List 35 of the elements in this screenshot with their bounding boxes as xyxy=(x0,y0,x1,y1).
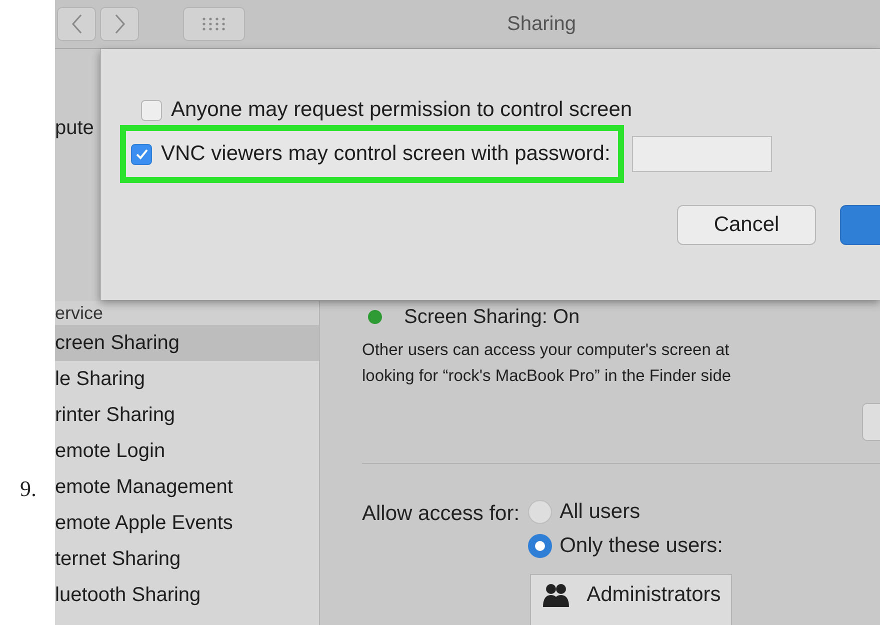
radio-button[interactable] xyxy=(528,500,552,524)
window-title: Sharing xyxy=(507,13,576,36)
show-all-button[interactable] xyxy=(183,7,245,41)
description-text: looking for “rock's MacBook Pro” in the Finder side xyxy=(362,366,732,387)
service-item[interactable]: le Sharing xyxy=(55,361,319,397)
back-button[interactable] xyxy=(57,7,96,41)
service-item[interactable]: creen Sharing xyxy=(55,325,319,361)
service-item[interactable]: luetooth Sharing xyxy=(55,577,319,613)
forward-button[interactable] xyxy=(100,7,139,41)
list-header: ervice xyxy=(55,301,319,325)
radio-label: Only these users: xyxy=(560,534,723,558)
computer-settings-button[interactable] xyxy=(862,403,880,441)
step-number: 9. xyxy=(20,476,36,502)
radio-label: All users xyxy=(560,500,640,524)
service-item[interactable]: emote Apple Events xyxy=(55,505,319,541)
user-name[interactable]: Administrators xyxy=(586,583,721,607)
checkbox[interactable] xyxy=(141,100,162,120)
checkbox[interactable] xyxy=(131,144,152,164)
description-text: Other users can access your computer's screen at xyxy=(362,340,730,361)
chevron-right-icon xyxy=(112,13,126,35)
service-item[interactable]: emote Login xyxy=(55,433,319,469)
group-icon xyxy=(540,583,571,607)
chevron-left-icon xyxy=(70,13,84,35)
radio-button[interactable] xyxy=(528,534,552,558)
checkbox-label: Anyone may request permission to control screen xyxy=(171,98,632,122)
service-item[interactable]: emote Management xyxy=(55,469,319,505)
grid-icon xyxy=(202,17,226,31)
checkbox-label: VNC viewers may control screen with password: xyxy=(161,142,610,166)
password-field[interactable] xyxy=(632,136,772,172)
service-item[interactable]: ternet Sharing xyxy=(55,541,319,577)
computer-name-label: pute xyxy=(55,117,94,139)
cancel-button[interactable]: Cancel xyxy=(677,205,816,245)
status-label: Screen Sharing: On xyxy=(404,306,580,328)
access-label: Allow access for: xyxy=(362,501,520,527)
service-item[interactable]: rinter Sharing xyxy=(55,397,319,433)
